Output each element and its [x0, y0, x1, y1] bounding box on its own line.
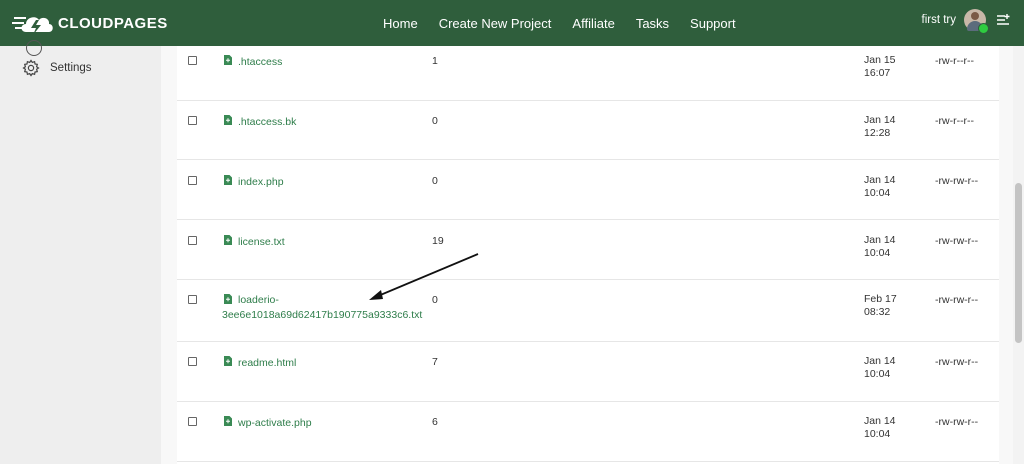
sidebar: Settings — [0, 40, 161, 464]
file-permissions: -rw-rw-r-- — [935, 294, 979, 306]
file-size: 7 — [432, 356, 438, 368]
file-size: 6 — [432, 416, 438, 428]
file-modified: Jan 14 10:04 — [864, 234, 924, 260]
cloud-bolt-logo-icon — [12, 17, 53, 35]
user-menu[interactable]: first try — [921, 9, 1011, 34]
file-name-link[interactable]: .htaccess — [238, 56, 282, 68]
row-checkbox[interactable] — [188, 56, 197, 65]
file-modified: Jan 15 16:07 — [864, 54, 924, 80]
file-modified: Jan 14 10:04 — [864, 415, 924, 441]
file-manager: .htaccess 1 Jan 15 16:07 -rw-r--r-- .hta… — [161, 46, 1013, 464]
file-permissions: -rw-r--r-- — [935, 115, 975, 127]
sidebar-item-label: Settings — [50, 62, 92, 74]
nav-create-new-project[interactable]: Create New Project — [439, 16, 552, 31]
file-name-link[interactable]: index.php — [238, 176, 284, 188]
file-name-line-1: loaderio- — [238, 294, 279, 306]
file-modified: Jan 14 12:28 — [864, 114, 924, 140]
file-time: 10:04 — [864, 368, 891, 380]
file-modified: Feb 17 08:32 — [864, 293, 924, 319]
file-icon — [224, 175, 232, 185]
file-icon — [224, 356, 232, 366]
file-permissions: -rw-rw-r-- — [935, 416, 979, 428]
file-time: 10:04 — [864, 187, 891, 199]
file-name-link[interactable]: loaderio- 3ee6e1018a69d62417b190775a9333… — [222, 293, 462, 323]
file-table: .htaccess 1 Jan 15 16:07 -rw-r--r-- .hta… — [177, 46, 999, 464]
menu-toggle-icon[interactable] — [996, 13, 1010, 27]
file-permissions: -rw-r--r-- — [935, 55, 975, 67]
file-date: Jan 14 — [864, 355, 896, 367]
brand-logo[interactable]: CLOUDPAGES — [12, 8, 168, 38]
file-size: 0 — [432, 294, 438, 306]
nav-tasks[interactable]: Tasks — [636, 16, 669, 31]
table-row: license.txt 19 Jan 14 10:04 -rw-rw-r-- — [177, 220, 999, 280]
row-checkbox[interactable] — [188, 236, 197, 245]
file-permissions: -rw-rw-r-- — [935, 356, 979, 368]
table-row: .htaccess.bk 0 Jan 14 12:28 -rw-r--r-- — [177, 100, 999, 160]
table-row: index.php 0 Jan 14 10:04 -rw-rw-r-- — [177, 160, 999, 220]
file-size: 0 — [432, 115, 438, 127]
file-time: 16:07 — [864, 67, 891, 79]
row-checkbox[interactable] — [188, 417, 197, 426]
file-date: Jan 14 — [864, 174, 896, 186]
file-date: Jan 14 — [864, 234, 896, 246]
file-icon — [224, 115, 232, 125]
top-navigation-bar: CLOUDPAGES Home Create New Project Affil… — [0, 0, 1024, 46]
scrollbar-thumb[interactable] — [1015, 183, 1022, 343]
user-name: first try — [921, 14, 957, 26]
table-row: .htaccess 1 Jan 15 16:07 -rw-r--r-- — [177, 46, 999, 101]
avatar[interactable] — [964, 9, 989, 34]
row-checkbox[interactable] — [188, 116, 197, 125]
table-row: loaderio- 3ee6e1018a69d62417b190775a9333… — [177, 280, 999, 342]
online-status-dot — [978, 23, 989, 34]
file-icon — [224, 55, 232, 65]
file-name-link[interactable]: .htaccess.bk — [238, 116, 296, 128]
file-time: 10:04 — [864, 428, 891, 440]
sidebar-item-settings[interactable]: Settings — [22, 59, 92, 77]
file-time: 08:32 — [864, 306, 891, 318]
file-date: Jan 14 — [864, 415, 896, 427]
row-checkbox[interactable] — [188, 357, 197, 366]
file-name-link[interactable]: license.txt — [238, 236, 285, 248]
file-icon — [224, 416, 232, 426]
file-size: 19 — [432, 235, 444, 247]
file-modified: Jan 14 10:04 — [864, 174, 924, 200]
file-time: 12:28 — [864, 127, 891, 139]
file-size: 1 — [432, 55, 438, 67]
file-date: Jan 15 — [864, 54, 896, 66]
nav-support[interactable]: Support — [690, 16, 736, 31]
file-permissions: -rw-rw-r-- — [935, 235, 979, 247]
row-checkbox[interactable] — [188, 176, 197, 185]
gear-icon — [22, 59, 40, 77]
file-name-line-2: 3ee6e1018a69d62417b190775a9333c6.txt — [222, 309, 423, 321]
file-date: Feb 17 — [864, 293, 897, 305]
file-permissions: -rw-rw-r-- — [935, 175, 979, 187]
brand-name: CLOUDPAGES — [58, 14, 168, 32]
file-name-link[interactable]: readme.html — [238, 357, 296, 369]
nav-affiliate[interactable]: Affiliate — [572, 16, 614, 31]
table-row: readme.html 7 Jan 14 10:04 -rw-rw-r-- — [177, 342, 999, 402]
nav-home[interactable]: Home — [383, 16, 418, 31]
file-name-link[interactable]: wp-activate.php — [238, 417, 312, 429]
file-date: Jan 14 — [864, 114, 896, 126]
file-time: 10:04 — [864, 247, 891, 259]
file-icon — [224, 235, 232, 245]
table-row: wp-activate.php 6 Jan 14 10:04 -rw-rw-r-… — [177, 402, 999, 462]
clock-icon[interactable] — [26, 40, 42, 56]
main-nav: Home Create New Project Affiliate Tasks … — [383, 0, 757, 46]
row-checkbox[interactable] — [188, 295, 197, 304]
file-modified: Jan 14 10:04 — [864, 355, 924, 381]
file-size: 0 — [432, 175, 438, 187]
